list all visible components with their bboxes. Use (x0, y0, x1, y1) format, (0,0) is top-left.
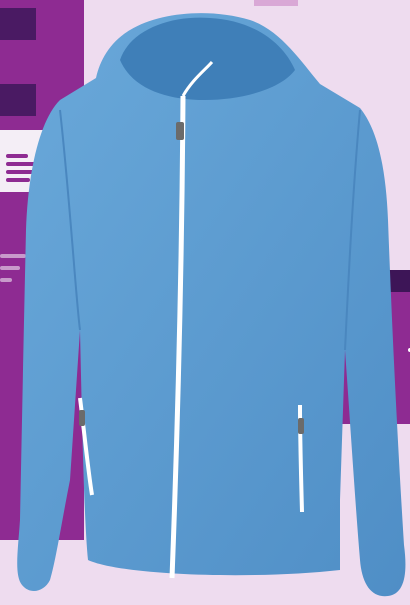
blue-hooded-jacket (17, 13, 406, 597)
left-pocket-pull (79, 410, 85, 426)
promo-graphic (0, 0, 410, 605)
right-pocket-pull (298, 418, 304, 434)
zipper-pull (176, 122, 184, 140)
